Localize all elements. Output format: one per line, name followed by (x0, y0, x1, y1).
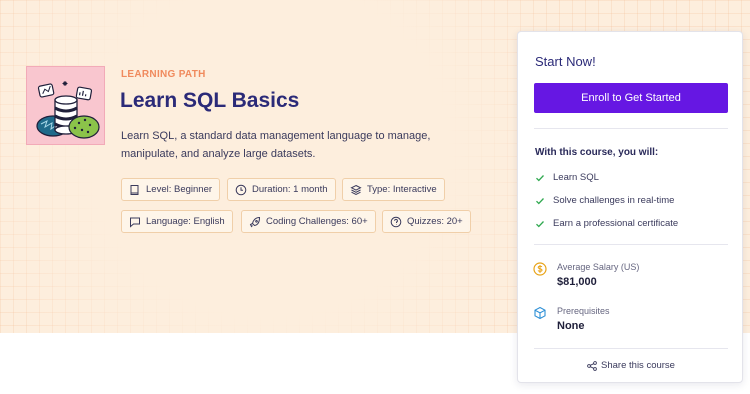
chip-type-label: Type: Interactive (367, 184, 437, 195)
benefit-label: Learn SQL (553, 172, 599, 183)
prereq-value: None (557, 320, 585, 332)
share-link[interactable]: Share this course (518, 360, 744, 371)
benefits-heading: With this course, you will: (535, 147, 659, 158)
rocket-icon (249, 216, 261, 227)
cube-icon (534, 306, 546, 320)
layers-icon (350, 184, 362, 195)
clock-icon (235, 184, 247, 195)
course-thumbnail (26, 66, 105, 145)
prerequisites: Prerequisites None (533, 306, 610, 332)
chat-bubble-icon (130, 217, 140, 228)
chip-level-label: Level: Beginner (146, 184, 213, 195)
question-bubble-icon (390, 216, 402, 227)
divider (534, 128, 728, 129)
card-title: Start Now! (535, 54, 596, 69)
average-salary: Average Salary (US) $81,000 (533, 262, 639, 288)
chip-challenges: Coding Challenges: 60+ (241, 210, 376, 233)
chip-duration: Duration: 1 month (227, 178, 336, 201)
book-icon (130, 184, 139, 195)
benefit-label: Earn a professional certificate (553, 218, 679, 229)
chip-quizzes: Quizzes: 20+ (382, 210, 471, 233)
benefit-item: Earn a professional certificate (535, 218, 678, 229)
chip-language-label: Language: English (146, 216, 225, 227)
share-icon (587, 360, 597, 371)
salary-value: $81,000 (557, 276, 597, 288)
divider (534, 348, 728, 349)
chip-duration-label: Duration: 1 month (252, 184, 328, 195)
course-description: Learn SQL, a standard data management la… (121, 130, 431, 160)
checkmark-icon (536, 174, 544, 181)
share-label: Share this course (601, 360, 675, 371)
chip-type: Type: Interactive (342, 178, 445, 201)
benefit-item: Solve challenges in real-time (535, 195, 674, 206)
chip-level: Level: Beginner (121, 178, 221, 201)
benefit-label: Solve challenges in real-time (553, 195, 675, 206)
checkmark-icon (536, 197, 544, 204)
enroll-button[interactable]: Enroll to Get Started (534, 83, 728, 113)
enroll-card: Start Now! Enroll to Get Started With th… (517, 31, 743, 383)
prereq-label: Prerequisites (557, 306, 610, 316)
course-title: Learn SQL Basics (120, 89, 300, 112)
benefit-item: Learn SQL (535, 172, 599, 183)
chip-challenges-label: Coding Challenges: 60+ (266, 216, 368, 227)
divider (534, 244, 728, 245)
chip-quizzes-label: Quizzes: 20+ (407, 216, 463, 227)
chip-language: Language: English (121, 210, 233, 233)
database-illustration-icon (36, 81, 100, 139)
dollar-coin-icon (533, 262, 547, 276)
salary-label: Average Salary (US) (557, 262, 640, 272)
checkmark-icon (536, 220, 544, 227)
learning-path-label: LEARNING PATH (121, 69, 206, 80)
